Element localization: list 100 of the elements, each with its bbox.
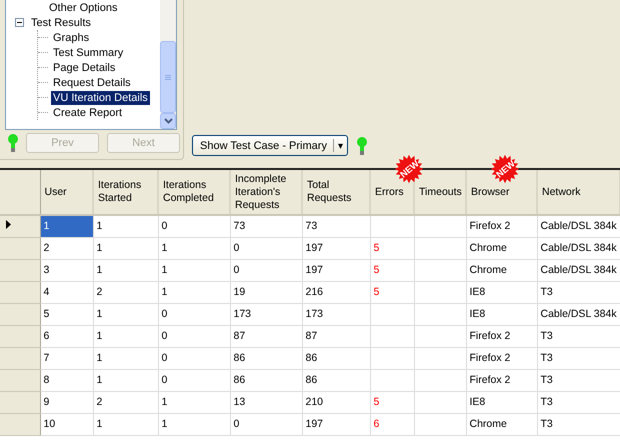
table-cell: 19 [230,281,302,303]
table-cell: 210 [302,391,370,413]
table-cell: T3 [537,369,620,391]
table-cell: 197 [302,413,370,435]
column-header[interactable]: Network [537,170,620,215]
tree-item[interactable]: Test Results [29,16,93,30]
table-cell: 2 [93,281,158,303]
table-cell [414,413,466,435]
table-cell: 1 [158,259,230,281]
table-cell: 0 [230,259,302,281]
table-cell: 3 [40,259,93,281]
table-cell: 1 [93,325,158,347]
table-cell: 1 [93,413,158,435]
table-cell: Chrome [466,259,537,281]
table-cell [414,369,466,391]
show-test-case-button[interactable]: Show Test Case - Primary ▾ [192,135,348,156]
table-cell: 173 [302,303,370,325]
table-cell: 13 [230,391,302,413]
table-cell: 8 [40,369,93,391]
table-cell: T3 [537,391,620,413]
tree-item[interactable]: Request Details [51,76,133,90]
table-cell: 73 [230,215,302,237]
column-header[interactable]: User [40,170,93,215]
table-cell: T3 [537,281,620,303]
table-cell [414,325,466,347]
table-cell: 0 [158,325,230,347]
table-cell: 86 [302,369,370,391]
table-cell: 1 [93,237,158,259]
table-cell: 0 [230,413,302,435]
table-cell: 0 [158,369,230,391]
lightbulb-icon [356,136,367,156]
table-cell: Firefox 2 [466,215,537,237]
table-cell [370,215,414,237]
tree-item[interactable]: Create Report [51,106,124,120]
column-header[interactable]: Incomplete Iteration's Requests [230,170,302,215]
tree-item[interactable]: VU Iteration Details [51,90,150,104]
table-cell [370,347,414,369]
table-cell [414,215,466,237]
tree-item[interactable]: Test Summary [51,46,126,60]
tree-item[interactable]: Graphs [51,30,92,44]
table-cell: 5 [370,391,414,413]
table-cell: 1 [158,281,230,303]
table-cell: 2 [93,391,158,413]
table-cell: Cable/DSL 384k [537,303,620,325]
table-cell [370,303,414,325]
table-cell [414,259,466,281]
table-cell: 87 [302,325,370,347]
table-cell: Firefox 2 [466,325,537,347]
table-cell: Cable/DSL 384k [537,259,620,281]
table-cell: 0 [158,215,230,237]
table-cell [414,303,466,325]
table-cell: Firefox 2 [466,347,537,369]
column-header[interactable]: Total Requests [302,170,370,215]
table-cell: 5 [40,303,93,325]
table-cell: 173 [230,303,302,325]
table-cell: 5 [370,281,414,303]
table-cell: 5 [370,259,414,281]
table-cell: 0 [158,303,230,325]
table-cell: 1 [93,259,158,281]
table-cell: 7 [40,347,93,369]
table-cell [370,369,414,391]
table-cell: 1 [93,215,158,237]
table-cell: 6 [40,325,93,347]
table-cell: 0 [230,237,302,259]
row-header[interactable] [0,215,40,237]
table-cell [414,237,466,259]
table-cell: 1 [158,413,230,435]
lightbulb-icon [8,133,18,153]
scrollbar[interactable] [160,0,176,129]
table-cell: Cable/DSL 384k [537,215,620,237]
table-cell [414,347,466,369]
table-cell: 1 [40,215,93,237]
table-cell: Chrome [466,237,537,259]
current-row-icon [6,220,11,230]
table-cell: T3 [537,325,620,347]
table-cell: IE8 [466,391,537,413]
table-cell: Cable/DSL 384k [537,237,620,259]
table-cell: 197 [302,259,370,281]
scroll-down-icon[interactable] [164,118,172,124]
table-cell: 73 [302,215,370,237]
table-cell: 9 [40,391,93,413]
column-header[interactable]: Iterations Completed [158,170,230,215]
table-cell: 86 [302,347,370,369]
table-cell: 1 [158,237,230,259]
table-cell: 6 [370,413,414,435]
table-cell: IE8 [466,303,537,325]
column-header[interactable]: Timeouts [414,170,466,215]
table-cell [414,281,466,303]
table-cell [370,325,414,347]
table-cell: 86 [230,369,302,391]
column-header[interactable]: Iterations Started [93,170,158,215]
table-cell: IE8 [466,281,537,303]
table-cell: 1 [93,369,158,391]
tree-item[interactable]: Other Options [47,0,120,14]
collapse-icon[interactable] [15,18,24,27]
table-cell: 4 [40,281,93,303]
table-cell: Chrome [466,413,537,435]
table-cell: T3 [537,413,620,435]
tree-item[interactable]: Page Details [51,60,118,74]
table-cell: T3 [537,347,620,369]
